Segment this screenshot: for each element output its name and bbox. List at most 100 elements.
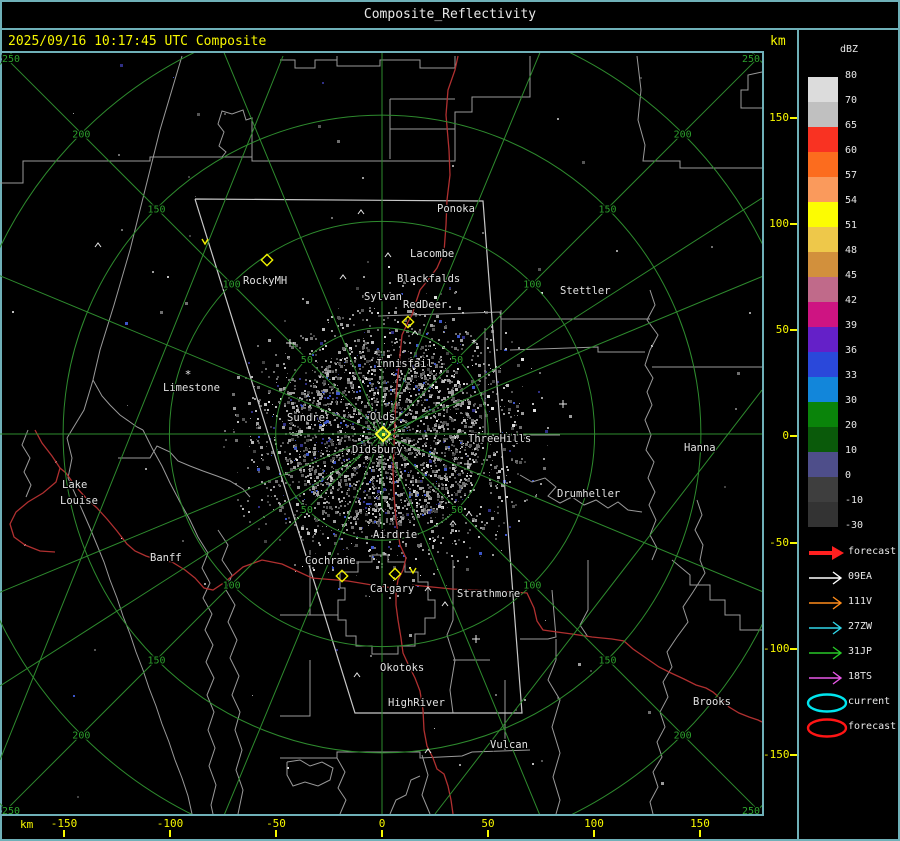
arrow-icon	[806, 616, 848, 641]
colorbar-label: 39	[845, 320, 885, 334]
colorbar-block	[808, 252, 838, 277]
colorbar-block	[808, 352, 838, 377]
colorbar-block	[808, 477, 838, 502]
colorbar-block	[808, 377, 838, 402]
colorbar-label: 42	[845, 295, 885, 309]
town-star-icon: *	[185, 368, 192, 381]
bottom-axis-tick-label: 50	[468, 817, 508, 830]
city-label: Brooks	[693, 696, 731, 708]
ring-distance-label: 100	[223, 280, 241, 291]
right-axis-tick-label: -100	[763, 642, 789, 655]
town-plus-icon	[559, 400, 567, 408]
town-caret-icon	[466, 512, 472, 516]
city-label: Sylvan	[364, 291, 402, 303]
colorbar-block	[808, 202, 838, 227]
bottom-axis-tick	[593, 830, 595, 837]
colorbar-block	[808, 77, 838, 102]
colorbar-block	[808, 152, 838, 177]
ring-distance-label: 100	[523, 280, 541, 291]
colorbar-label: 57	[845, 170, 885, 184]
legend-item: forecast	[806, 541, 900, 566]
arrow-thick-icon	[806, 541, 848, 566]
colorbar-label: 33	[845, 370, 885, 384]
town-caret-icon	[354, 673, 360, 677]
town-caret-icon	[442, 602, 448, 606]
legend-label: 09EA	[848, 571, 872, 582]
town-star-icon: *	[471, 337, 478, 350]
bottom-axis-tick	[487, 830, 489, 837]
title-divider	[0, 28, 900, 30]
ring-distance-label: 150	[598, 655, 616, 666]
bottom-axis-tick-label: 100	[574, 817, 614, 830]
right-axis-tick	[790, 223, 797, 225]
town-caret-icon	[95, 243, 101, 247]
city-label: Sundre	[287, 412, 325, 424]
radar-map: 5050505010010010010015015015015020020020…	[0, 51, 762, 816]
ellipse-icon	[806, 691, 848, 716]
ring-distance-label: 200	[72, 129, 90, 140]
ring-distance-label: 50	[301, 505, 313, 516]
city-label: Strathmore	[457, 588, 520, 600]
bottom-axis-tick-label: -150	[44, 817, 84, 830]
city-label: Airdrie	[373, 529, 417, 541]
city-label: RedDeer	[403, 299, 447, 311]
legend-label: 111V	[848, 596, 872, 607]
right-axis-unit: km	[770, 34, 796, 49]
city-label: Banff	[150, 552, 182, 564]
right-axis-tick-label: 150	[763, 111, 789, 124]
radar-center-dot	[382, 433, 385, 436]
city-label: Lake	[62, 479, 87, 491]
town-plus-icon	[286, 339, 294, 347]
legend-item: 31JP	[806, 641, 900, 666]
ring-distance-label: 100	[223, 580, 241, 591]
colorbar-label: 54	[845, 195, 885, 209]
bottom-axis-tick	[381, 830, 383, 837]
colorbar-block	[808, 227, 838, 252]
colorbar-block	[808, 277, 838, 302]
right-axis-tick-label: -150	[763, 748, 789, 761]
colorbar-label: 45	[845, 270, 885, 284]
colorbar-block	[808, 102, 838, 127]
colorbar-label: -30	[845, 520, 885, 534]
ring-distance-label: 200	[72, 731, 90, 742]
colorbar-label: 36	[845, 345, 885, 359]
colorbar-label: 51	[845, 220, 885, 234]
city-label: HighRiver	[388, 697, 445, 709]
city-label: Stettler	[560, 285, 611, 297]
bottom-axis-tick	[275, 830, 277, 837]
ring-distance-label: 150	[147, 205, 165, 216]
colorbar-block	[808, 502, 838, 527]
ring-distance-label: 150	[147, 655, 165, 666]
colorbar-label: 0	[845, 470, 885, 484]
city-label: Didsbury	[352, 444, 403, 456]
city-label: Blackfalds	[397, 273, 460, 285]
colorbar-block	[808, 402, 838, 427]
legend-item: forecast	[806, 716, 900, 741]
window-title: Composite_Reflectivity	[0, 7, 900, 22]
map-border-bottom	[0, 814, 764, 816]
legend-item: current	[806, 691, 900, 716]
right-axis-tick	[790, 542, 797, 544]
colorbar-label: -10	[845, 495, 885, 509]
legend-item: 09EA	[806, 566, 900, 591]
ring-distance-label: 100	[523, 580, 541, 591]
legend-label: current	[848, 696, 890, 707]
check-marker-icon	[202, 239, 208, 244]
colorbar-label: 60	[845, 145, 885, 159]
colorbar-label: 80	[845, 70, 885, 84]
right-axis-tick	[790, 754, 797, 756]
colorbar-block	[808, 127, 838, 152]
bottom-axis-tick	[63, 830, 65, 837]
colorbar-block	[808, 302, 838, 327]
legend-label: forecast	[848, 546, 896, 557]
ring-distance-label: 250	[742, 54, 760, 65]
arrow-icon	[806, 591, 848, 616]
city-label: Cochrane	[305, 555, 356, 567]
colorbar-label: 10	[845, 445, 885, 459]
map-border-top	[0, 51, 764, 53]
city-label: Limestone	[163, 382, 220, 394]
ring-distance-label: 200	[674, 731, 692, 742]
city-label: ThreeHills	[468, 433, 531, 445]
legend-label: 27ZW	[848, 621, 872, 632]
ring-distance-label: 50	[451, 355, 463, 366]
